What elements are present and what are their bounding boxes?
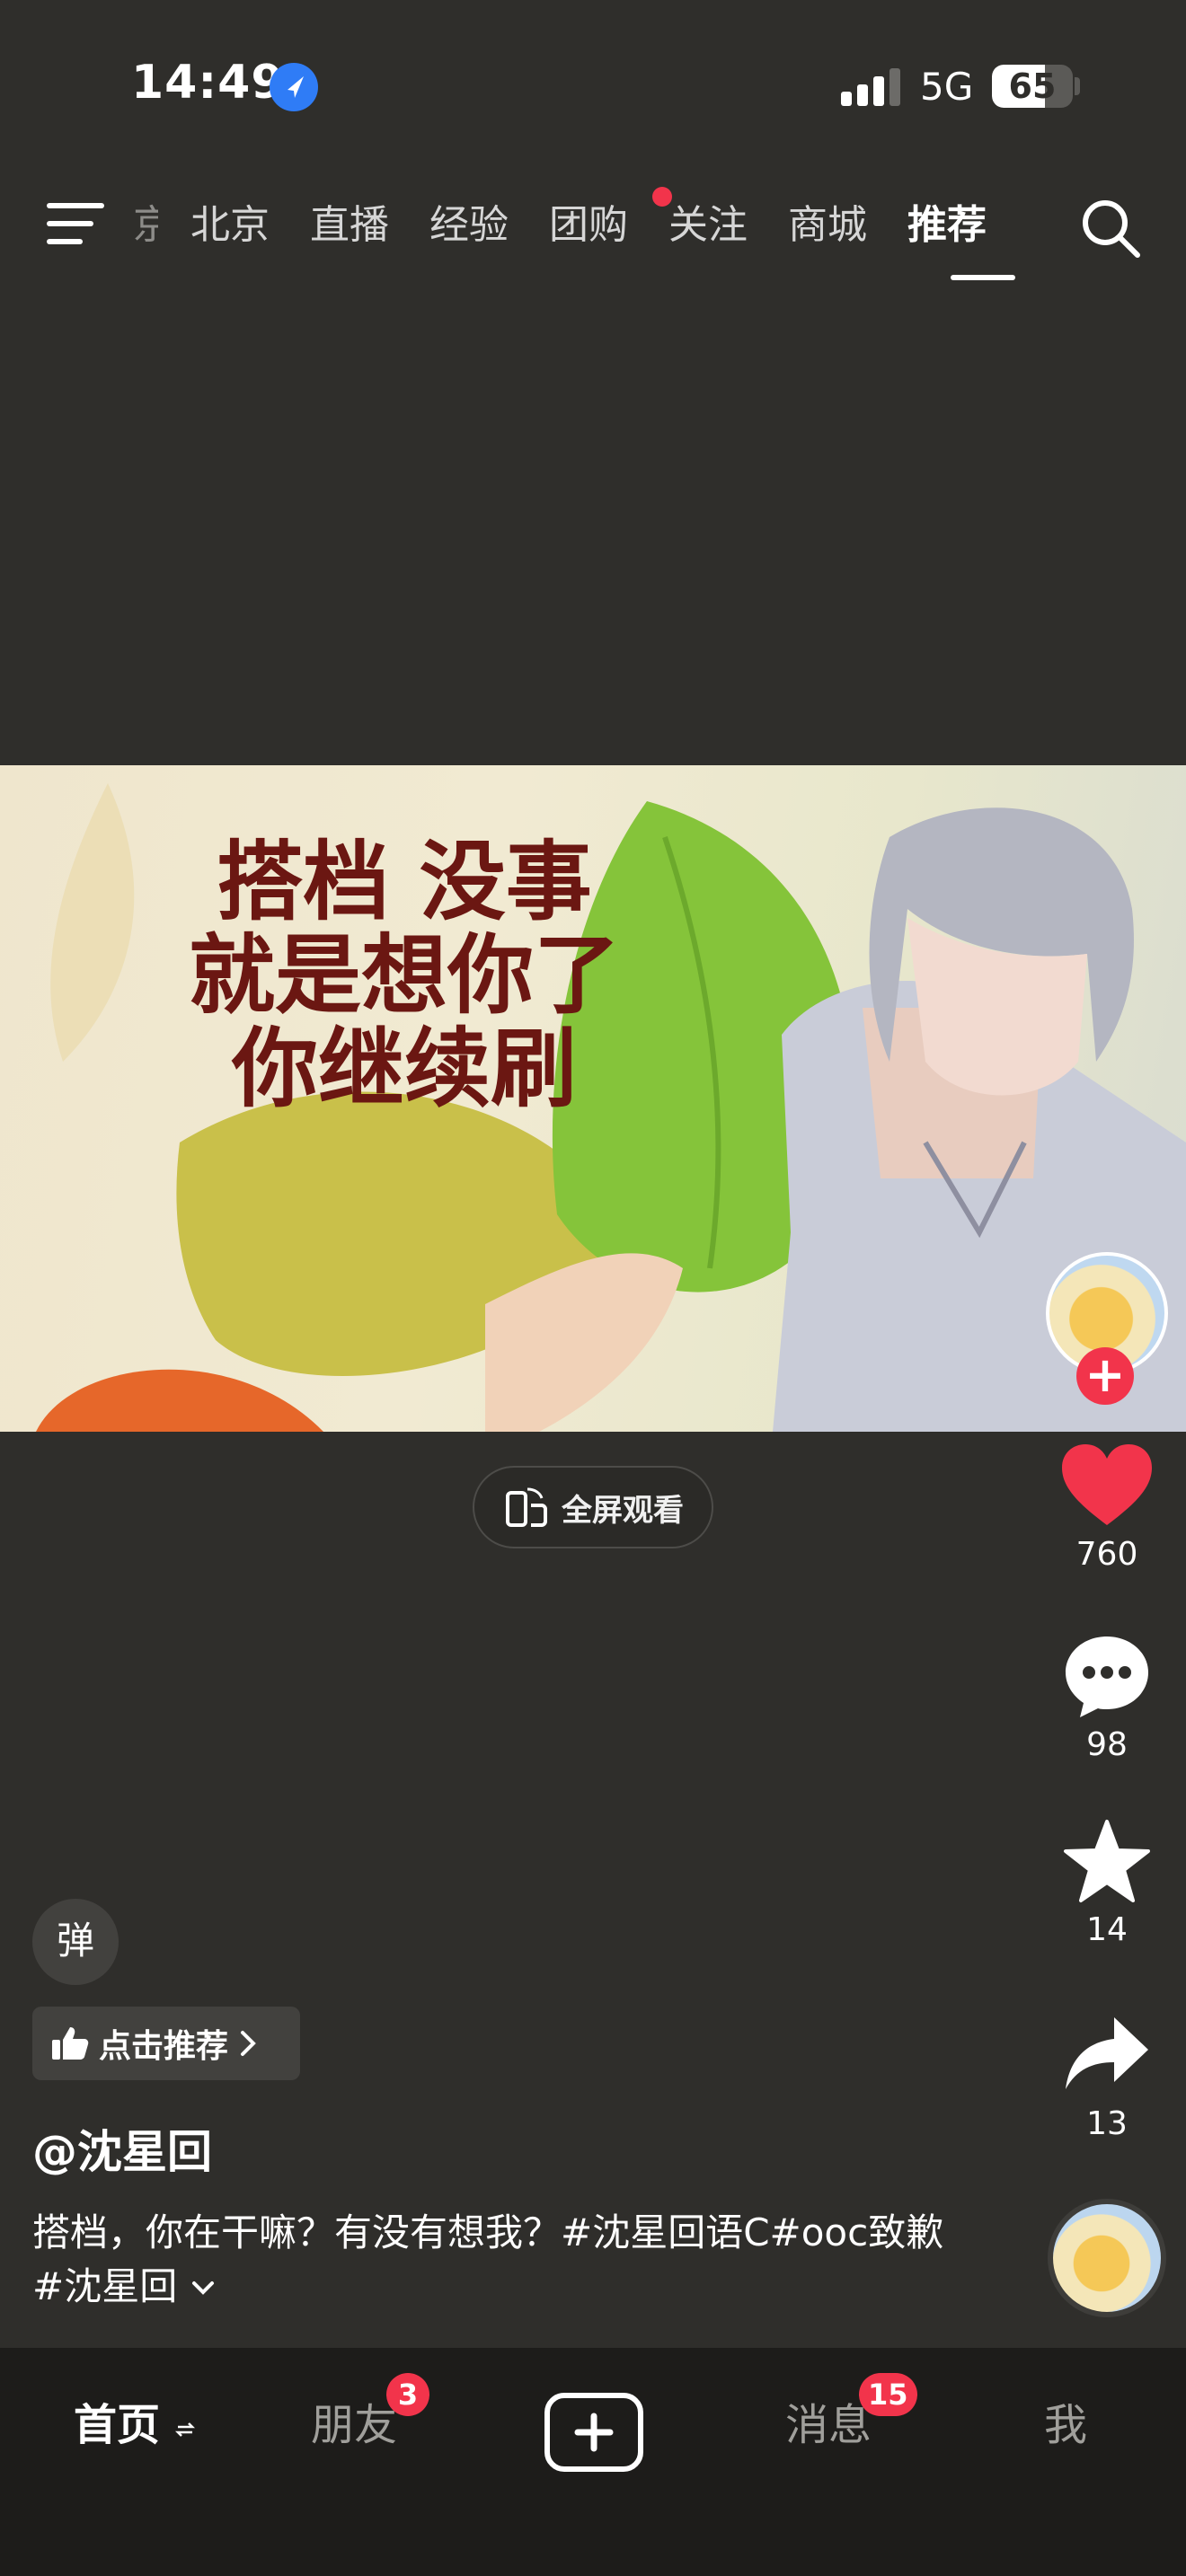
like-button[interactable]: 760 bbox=[1044, 1442, 1170, 1573]
video-caption: 搭档 没事 就是想你了 你继续刷 bbox=[153, 835, 656, 1116]
network-label: 5G bbox=[920, 65, 974, 109]
heart-icon bbox=[1062, 1444, 1152, 1525]
tab-following[interactable]: 关注 bbox=[668, 196, 748, 260]
caption-line-3: 你继续刷 bbox=[232, 1019, 577, 1119]
nav-me[interactable]: 我 bbox=[1044, 2389, 1087, 2452]
battery-icon: 65 bbox=[992, 65, 1073, 108]
tab-experience[interactable]: 经验 bbox=[429, 196, 509, 260]
status-time: 14:49 bbox=[131, 56, 285, 110]
rotate-phone-icon bbox=[506, 1487, 547, 1527]
comment-button[interactable]: 98 bbox=[1044, 1633, 1170, 1763]
video-description[interactable]: 搭档，你在干嘛？有没有想我？#沈星回语C#ooc致歉#沈星回 bbox=[32, 2206, 967, 2314]
create-button[interactable] bbox=[544, 2393, 643, 2472]
chevron-down-icon[interactable] bbox=[190, 2276, 217, 2299]
recommend-button[interactable]: 点击推荐 bbox=[32, 2007, 300, 2080]
music-disc[interactable] bbox=[1048, 2199, 1166, 2317]
battery-level: 65 bbox=[1008, 66, 1057, 106]
favorite-button[interactable]: 14 bbox=[1044, 1818, 1170, 1948]
tab-live[interactable]: 直播 bbox=[310, 196, 389, 260]
author-name[interactable]: @沈星回 bbox=[32, 2116, 212, 2181]
star-icon bbox=[1064, 1820, 1150, 1902]
follow-button[interactable]: + bbox=[1076, 1347, 1134, 1405]
tab-mall[interactable]: 商城 bbox=[788, 196, 867, 260]
favorite-count: 14 bbox=[1086, 1911, 1128, 1948]
fullscreen-button[interactable]: 全屏观看 bbox=[473, 1466, 713, 1548]
nav-me-label: 我 bbox=[1044, 2400, 1088, 2450]
comment-count: 98 bbox=[1086, 1726, 1128, 1763]
notification-dot bbox=[652, 187, 672, 207]
plus-icon bbox=[574, 2413, 614, 2452]
nav-home-label: 首页 bbox=[74, 2400, 161, 2450]
comment-icon bbox=[1066, 1636, 1148, 1717]
search-icon[interactable] bbox=[1078, 196, 1143, 260]
tab-beijing[interactable]: 北京 bbox=[190, 196, 270, 260]
description-text: 搭档，你在干嘛？有没有想我？#沈星回语C#ooc致歉#沈星回 bbox=[32, 2210, 944, 2308]
share-count: 13 bbox=[1086, 2105, 1128, 2142]
friends-badge: 3 bbox=[386, 2373, 429, 2416]
caption-line-2: 就是想你了 bbox=[189, 925, 620, 1026]
active-tab-indicator bbox=[951, 275, 1015, 280]
danmu-toggle[interactable]: 弹 bbox=[32, 1899, 119, 1985]
location-icon bbox=[270, 63, 318, 111]
thumbs-up-icon bbox=[52, 2027, 89, 2060]
menu-icon[interactable] bbox=[47, 203, 104, 246]
like-count: 760 bbox=[1075, 1536, 1138, 1573]
nav-friends[interactable]: 朋友 bbox=[311, 2389, 397, 2452]
tab-group-buy[interactable]: 团购 bbox=[549, 196, 628, 260]
recommend-label: 点击推荐 bbox=[99, 2028, 229, 2065]
tab-partial[interactable]: 京 bbox=[133, 196, 158, 260]
nav-messages-label: 消息 bbox=[785, 2400, 872, 2450]
top-tabs: 京 北京 直播 经验 团购 关注 商城 推荐 bbox=[133, 196, 1027, 260]
messages-badge: 15 bbox=[859, 2373, 917, 2416]
caption-line-1: 搭档 没事 bbox=[217, 832, 592, 932]
nav-home[interactable]: 首页 bbox=[74, 2389, 195, 2452]
share-button[interactable]: 13 bbox=[1044, 2012, 1170, 2142]
battery-cap bbox=[1075, 77, 1080, 95]
share-arrow-icon bbox=[1066, 2017, 1148, 2089]
signal-icon bbox=[841, 68, 900, 106]
nav-friends-label: 朋友 bbox=[311, 2400, 398, 2450]
swap-arrows-icon bbox=[174, 2422, 195, 2437]
tab-recommended[interactable]: 推荐 bbox=[907, 196, 987, 260]
fullscreen-label: 全屏观看 bbox=[562, 1492, 684, 1529]
chevron-right-icon bbox=[241, 2031, 256, 2056]
